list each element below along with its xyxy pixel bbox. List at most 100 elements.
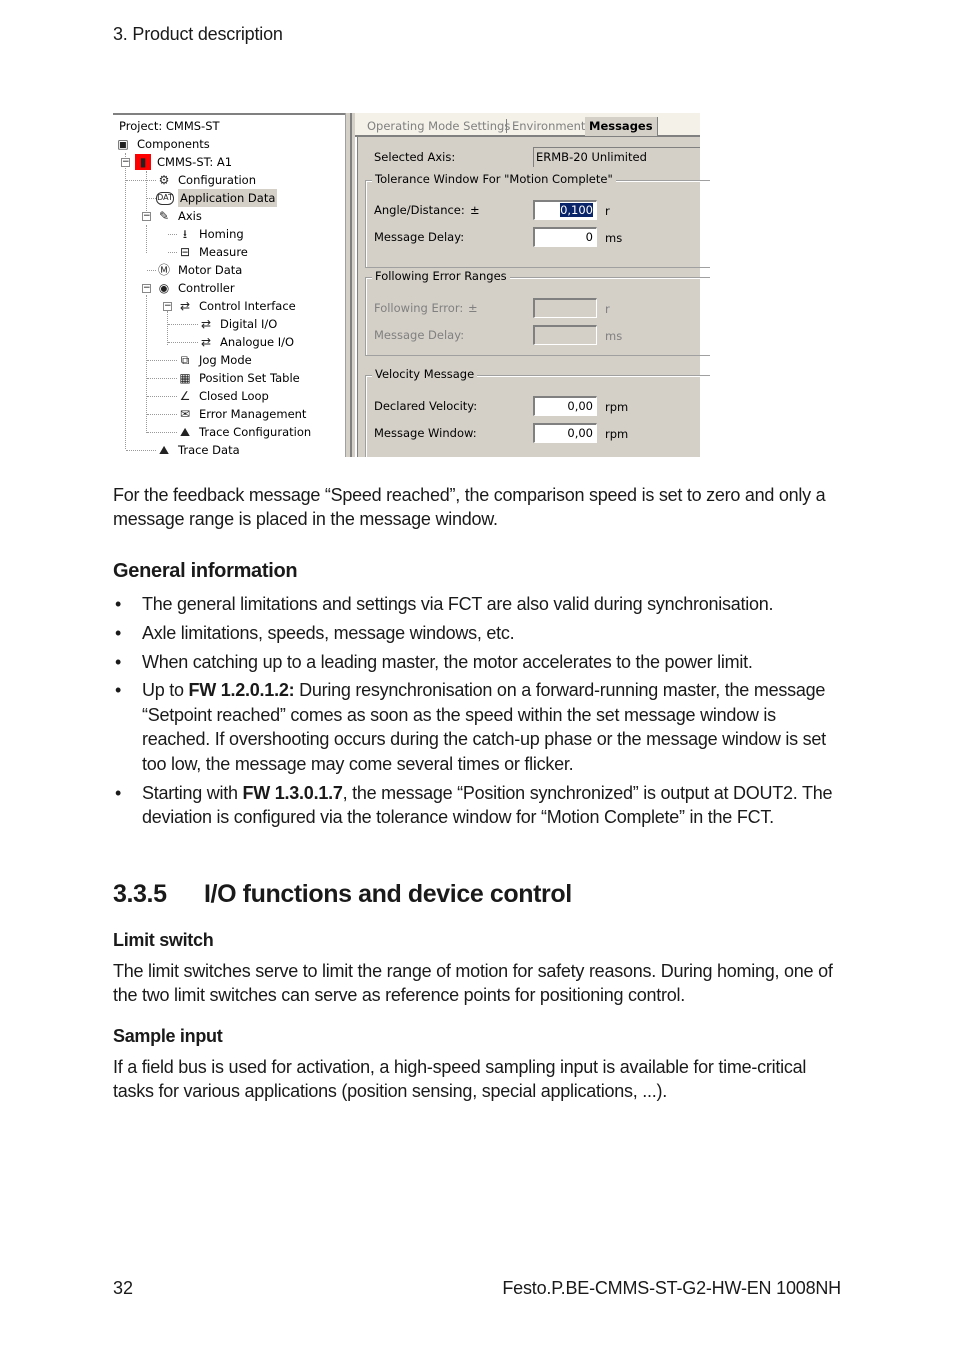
interface-icon: ⇄ bbox=[179, 299, 191, 313]
general-information-heading: General information bbox=[113, 560, 298, 582]
fct-screenshot: Project: CMMS-ST ▣ Components − ▮ CMMS-S… bbox=[113, 113, 710, 459]
tree-item-jog-mode[interactable]: ⧉ Jog Mode bbox=[177, 351, 254, 369]
motor-icon: Ⓜ bbox=[157, 263, 170, 277]
tree-item-measure[interactable]: ⊟ Measure bbox=[177, 243, 250, 261]
tree-item-digital-io[interactable]: ⇄ Digital I/O bbox=[198, 315, 279, 333]
collapse-toggle[interactable]: − bbox=[142, 212, 151, 221]
tree-item-configuration[interactable]: ⚙ Configuration bbox=[156, 171, 258, 189]
bullet-item: • Starting with FW 1.3.0.1.7, the message… bbox=[115, 782, 833, 828]
tree-line bbox=[168, 234, 177, 235]
tree-item-closed-loop[interactable]: ∠ Closed Loop bbox=[177, 387, 271, 405]
tree-item-analogue-io[interactable]: ⇄ Analogue I/O bbox=[198, 333, 296, 351]
tree-line bbox=[125, 153, 126, 449]
declared-velocity-input[interactable]: 0,00 bbox=[533, 396, 597, 416]
tab-strip: Operating Mode Settings Environment Mess… bbox=[355, 113, 700, 137]
delay-unit: ms bbox=[605, 231, 623, 245]
tab-messages[interactable]: Messages bbox=[585, 117, 658, 136]
device-icon: ▮ bbox=[135, 154, 151, 170]
tab-separator bbox=[506, 119, 507, 133]
tree-line bbox=[147, 378, 177, 379]
message-window-unit: rpm bbox=[605, 427, 629, 441]
tree-line bbox=[147, 432, 177, 433]
tree-line bbox=[168, 342, 198, 343]
document-id: Festo.P.BE-CMMS-ST-G2-HW-EN 1008NH bbox=[502, 1278, 841, 1298]
intro-paragraph: For the feedback message “Speed reached”… bbox=[113, 485, 826, 529]
measure-icon: ⊟ bbox=[179, 245, 191, 259]
tree-item-axis[interactable]: ✎ Axis bbox=[156, 207, 204, 225]
tree-item-homing[interactable]: ⭳ Homing bbox=[177, 225, 246, 243]
trace-icon: ⛰ bbox=[158, 443, 170, 457]
angle-distance-label: Angle/Distance: bbox=[374, 203, 465, 217]
sample-input-text: If a field bus is used for activation, a… bbox=[113, 1057, 807, 1101]
message-window-label: Message Window: bbox=[374, 426, 477, 440]
tree-item-position-set-table[interactable]: ▦ Position Set Table bbox=[177, 369, 302, 387]
sample-input-heading: Sample input bbox=[113, 1026, 223, 1046]
tree-line bbox=[168, 324, 198, 325]
chapter-header: 3. Product description bbox=[113, 24, 283, 44]
following-delay-input[interactable] bbox=[533, 325, 597, 345]
following-error-input[interactable] bbox=[533, 298, 597, 318]
following-delay-unit: ms bbox=[605, 329, 623, 343]
tree-item-error-management[interactable]: ✉ Error Management bbox=[177, 405, 308, 423]
tree-line bbox=[168, 252, 177, 253]
angle-unit: r bbox=[605, 204, 610, 218]
message-delay-label: Message Delay: bbox=[374, 230, 465, 244]
tree-line bbox=[147, 414, 177, 415]
loop-icon: ∠ bbox=[179, 389, 191, 403]
collapse-toggle[interactable]: − bbox=[163, 302, 172, 311]
tree-item-components[interactable]: ▣ Components bbox=[115, 135, 212, 153]
bullet-item: • Axle limitations, speeds, message windo… bbox=[115, 622, 515, 643]
table-icon: ▦ bbox=[179, 371, 191, 385]
messages-panel: Operating Mode Settings Environment Mess… bbox=[355, 113, 710, 457]
tree-item-device[interactable]: ▮ CMMS-ST: A1 bbox=[135, 153, 234, 171]
components-icon: ▣ bbox=[117, 137, 129, 151]
axis-icon: ✎ bbox=[158, 209, 170, 223]
declared-velocity-unit: rpm bbox=[605, 400, 629, 414]
io-icon: ⇄ bbox=[200, 317, 212, 331]
velocity-message-group: Velocity Message bbox=[365, 367, 710, 457]
message-window-input[interactable]: 0,00 bbox=[533, 423, 597, 443]
tree-line bbox=[146, 295, 147, 433]
tree-line bbox=[126, 180, 156, 181]
configuration-icon: ⚙ bbox=[158, 173, 170, 187]
panel-border bbox=[355, 137, 358, 457]
controller-icon: ◉ bbox=[158, 281, 170, 295]
tree-line bbox=[147, 360, 177, 361]
tree-line bbox=[147, 198, 156, 199]
general-bullet-list: • The general limitations and settings vi… bbox=[113, 592, 843, 834]
section-title: I/O functions and device control bbox=[204, 880, 572, 908]
following-delay-label: Message Delay: bbox=[374, 328, 465, 342]
tree-item-application-data[interactable]: DAT Application Data bbox=[156, 189, 278, 207]
message-delay-input[interactable]: 0 bbox=[533, 227, 597, 247]
bullet-item: • The general limitations and settings vi… bbox=[115, 594, 774, 614]
angle-distance-input[interactable]: 0,100 bbox=[533, 200, 597, 220]
tree-line bbox=[167, 311, 168, 345]
collapse-toggle[interactable]: − bbox=[121, 158, 130, 167]
section-number: 3.3.5 bbox=[113, 880, 167, 908]
plusminus-sign: ± bbox=[468, 301, 478, 315]
group-title: Following Error Ranges bbox=[372, 269, 510, 283]
tree-item-trace-data[interactable]: ⛰ Trace Data bbox=[156, 441, 242, 459]
bullet-item: • When catching up to a leading master, t… bbox=[115, 651, 753, 672]
plusminus-sign: ± bbox=[470, 203, 480, 217]
tree-item-controller[interactable]: ◉ Controller bbox=[156, 279, 237, 297]
tree-line bbox=[147, 396, 177, 397]
tree-item-trace-configuration[interactable]: ⛰ Trace Configuration bbox=[177, 423, 313, 441]
trace-icon: ⛰ bbox=[179, 425, 191, 439]
selected-axis-label: Selected Axis: bbox=[374, 150, 456, 164]
tree-project-title: Project: CMMS-ST bbox=[119, 119, 220, 133]
jog-icon: ⧉ bbox=[180, 353, 190, 367]
collapse-toggle[interactable]: − bbox=[142, 284, 151, 293]
tree-line bbox=[126, 450, 156, 451]
page-number: 32 bbox=[113, 1278, 134, 1298]
homing-icon: ⭳ bbox=[182, 227, 188, 241]
tree-item-control-interface[interactable]: ⇄ Control Interface bbox=[177, 297, 298, 315]
group-title: Velocity Message bbox=[372, 367, 478, 381]
tab-environment[interactable]: Environment bbox=[512, 119, 585, 133]
tree-item-motor-data[interactable]: Ⓜ Motor Data bbox=[156, 261, 244, 279]
following-error-label: Following Error: bbox=[374, 301, 464, 315]
data-icon: DAT bbox=[156, 191, 174, 205]
splitter-handle[interactable] bbox=[345, 113, 355, 457]
group-title: Tolerance Window For "Motion Complete" bbox=[372, 172, 616, 186]
tab-operating-mode-settings[interactable]: Operating Mode Settings bbox=[367, 119, 510, 133]
